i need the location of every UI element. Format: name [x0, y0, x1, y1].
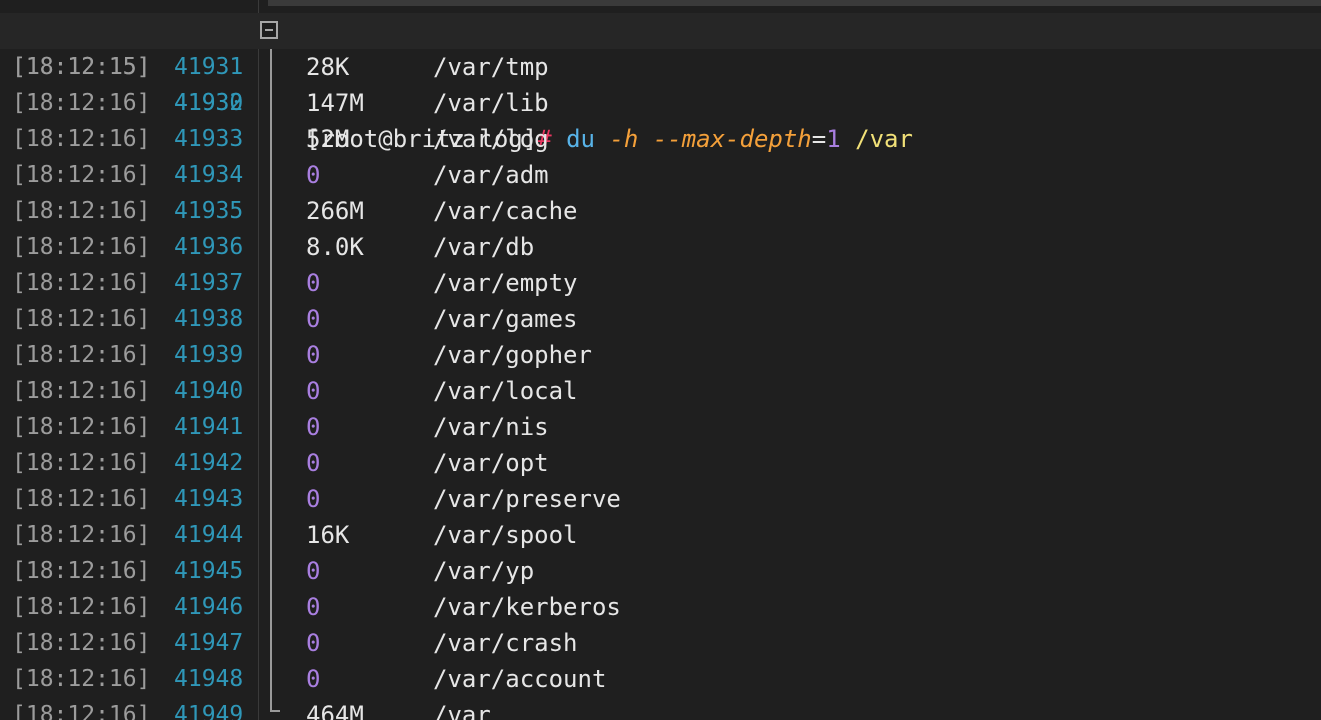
timestamp: [18:12:16] — [12, 450, 151, 476]
timestamp: [18:12:16] — [12, 558, 151, 584]
directory-path: /var/yp — [433, 557, 535, 585]
disk-usage-size: 16K — [306, 521, 350, 549]
terminal-window[interactable]: [18:12:15] 41930 [root@britz log]# du -h… — [0, 0, 1321, 720]
timestamp: [18:12:16] — [12, 666, 151, 692]
directory-path: /var/opt — [433, 449, 549, 477]
collapse-minus-icon[interactable] — [260, 21, 278, 39]
disk-usage-size: 28K — [306, 53, 350, 81]
timestamp: [18:12:16] — [12, 702, 151, 720]
line-number: 41938 — [174, 306, 244, 332]
output-line: [18:12:15] 41931 28K/var/tmp — [0, 49, 1321, 85]
directory-path: /var/crash — [433, 629, 578, 657]
disk-usage-size: 52M — [306, 125, 350, 153]
line-number: 41944 — [174, 522, 244, 548]
timestamp: [18:12:16] — [12, 414, 151, 440]
output-line: [18:12:16] 41948 0/var/account — [0, 661, 1321, 697]
output-line: [18:12:16] 41947 0/var/crash — [0, 625, 1321, 661]
output-line: [18:12:16] 41944 16K/var/spool — [0, 517, 1321, 553]
line-number: 41936 — [174, 234, 244, 260]
top-scroll-strip — [268, 0, 1321, 6]
directory-path: /var/gopher — [433, 341, 592, 369]
output-line: [18:12:16] 41946 0/var/kerberos — [0, 589, 1321, 625]
output-line: [18:12:16] 41937 0/var/empty — [0, 265, 1321, 301]
directory-path: /var/preserve — [433, 485, 621, 513]
timestamp: [18:12:16] — [12, 630, 151, 656]
line-number: 41935 — [174, 198, 244, 224]
timestamp: [18:12:16] — [12, 162, 151, 188]
directory-path: /var/lib — [433, 89, 549, 117]
disk-usage-size: 0 — [306, 485, 321, 513]
directory-path: /var/local — [433, 377, 578, 405]
timestamp: [18:12:16] — [12, 234, 151, 260]
directory-path: /var/games — [433, 305, 578, 333]
disk-usage-size: 0 — [306, 377, 321, 405]
line-number: 41948 — [174, 666, 244, 692]
directory-path: /var/kerberos — [433, 593, 621, 621]
output-line: [18:12:16] 41941 0/var/nis — [0, 409, 1321, 445]
timestamp: [18:12:16] — [12, 522, 151, 548]
timestamp: [18:12:16] — [12, 378, 151, 404]
line-number: 41934 — [174, 162, 244, 188]
directory-path: /var — [433, 701, 491, 720]
output-line: [18:12:16] 41934 0/var/adm — [0, 157, 1321, 193]
line-number: 41947 — [174, 630, 244, 656]
output-line: [18:12:16] 41933 52M/var/log — [0, 121, 1321, 157]
directory-path: /var/adm — [433, 161, 549, 189]
line-number: 41942 — [174, 450, 244, 476]
output-line: [18:12:16] 41932 147M/var/lib — [0, 85, 1321, 121]
output-line: [18:12:16] 41949 464M/var — [0, 697, 1321, 720]
directory-path: /var/tmp — [433, 53, 549, 81]
disk-usage-size: 0 — [306, 593, 321, 621]
line-number: 41941 — [174, 414, 244, 440]
line-number: 41932 — [174, 90, 244, 116]
disk-usage-size: 0 — [306, 269, 321, 297]
output-line: [18:12:16] 41935 266M/var/cache — [0, 193, 1321, 229]
timestamp: [18:12:16] — [12, 594, 151, 620]
output-line: [18:12:16] 41945 0/var/yp — [0, 553, 1321, 589]
disk-usage-size: 0 — [306, 665, 321, 693]
line-number: 41937 — [174, 270, 244, 296]
output-line: [18:12:16] 41938 0/var/games — [0, 301, 1321, 337]
disk-usage-size: 0 — [306, 629, 321, 657]
disk-usage-size: 0 — [306, 449, 321, 477]
timestamp: [18:12:15] — [12, 54, 151, 80]
disk-usage-size: 0 — [306, 557, 321, 585]
directory-path: /var/log — [433, 125, 549, 153]
disk-usage-size: 0 — [306, 413, 321, 441]
timestamp: [18:12:16] — [12, 486, 151, 512]
line-number: 41933 — [174, 126, 244, 152]
line-number: 41949 — [174, 702, 244, 720]
output-line: [18:12:16] 41940 0/var/local — [0, 373, 1321, 409]
output-line: [18:12:16] 41943 0/var/preserve — [0, 481, 1321, 517]
line-number: 41946 — [174, 594, 244, 620]
directory-path: /var/account — [433, 665, 607, 693]
timestamp: [18:12:16] — [12, 126, 151, 152]
prompt-line[interactable]: [18:12:15] 41930 [root@britz log]# du -h… — [0, 13, 1321, 153]
timestamp: [18:12:16] — [12, 198, 151, 224]
directory-path: /var/nis — [433, 413, 549, 441]
disk-usage-size: 0 — [306, 161, 321, 189]
timestamp: [18:12:16] — [12, 306, 151, 332]
output-line: [18:12:16] 41939 0/var/gopher — [0, 337, 1321, 373]
line-number: 41931 — [174, 54, 244, 80]
directory-path: /var/cache — [433, 197, 578, 225]
directory-path: /var/empty — [433, 269, 578, 297]
timestamp: [18:12:16] — [12, 270, 151, 296]
timestamp: [18:12:16] — [12, 90, 151, 116]
directory-path: /var/db — [433, 233, 535, 261]
line-number: 41943 — [174, 486, 244, 512]
disk-usage-size: 147M — [306, 89, 364, 117]
disk-usage-size: 266M — [306, 197, 364, 225]
output-line: [18:12:16] 41942 0/var/opt — [0, 445, 1321, 481]
output-line: [18:12:16] 41936 8.0K/var/db — [0, 229, 1321, 265]
disk-usage-size: 8.0K — [306, 233, 364, 261]
line-number: 41940 — [174, 378, 244, 404]
disk-usage-size: 0 — [306, 341, 321, 369]
line-number: 41939 — [174, 342, 244, 368]
timestamp: [18:12:16] — [12, 342, 151, 368]
disk-usage-size: 0 — [306, 305, 321, 333]
line-number: 41945 — [174, 558, 244, 584]
disk-usage-size: 464M — [306, 701, 364, 720]
directory-path: /var/spool — [433, 521, 578, 549]
